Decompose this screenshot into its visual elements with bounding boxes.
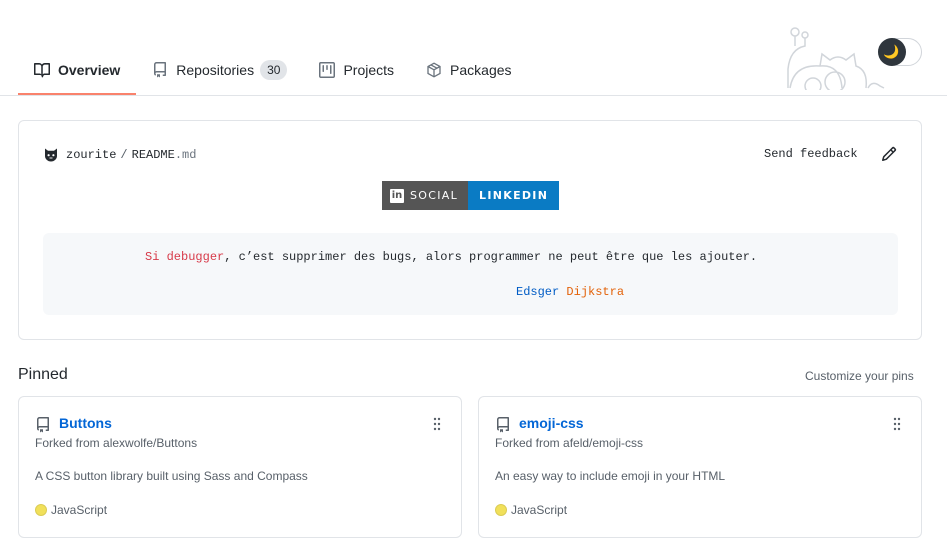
language-color-dot — [495, 504, 507, 516]
quote-text: Si debugger, c’est supprimer des bugs, a… — [145, 250, 757, 264]
pinned-heading: Pinned — [18, 366, 68, 383]
readme-owner-link[interactable]: zourite — [66, 148, 116, 162]
send-feedback-link[interactable]: Send feedback — [764, 147, 858, 161]
readme-file-name[interactable]: README — [132, 148, 175, 162]
readme-file-ext: .md — [174, 148, 197, 162]
quote-code-block: Si debugger, c’est supprimer des bugs, a… — [43, 233, 898, 315]
linkedin-badge[interactable]: in SOCIAL LINKEDIN — [382, 181, 560, 210]
quote-author: Edsger Dijkstra — [516, 285, 624, 299]
customize-pins-link[interactable]: Customize your pins — [805, 369, 914, 383]
language-color-dot — [35, 504, 47, 516]
theme-toggle[interactable]: 🌙 — [877, 37, 922, 66]
author-last-name: Dijkstra — [566, 285, 625, 299]
repo-icon — [35, 417, 51, 433]
breadcrumb-separator: / — [120, 148, 128, 162]
readme-card: zourite / README .md Send feedback in SO… — [18, 120, 922, 340]
repo-icon — [495, 417, 511, 433]
tab-projects[interactable]: Projects — [303, 50, 410, 90]
package-icon — [426, 62, 442, 78]
repo-count-badge: 30 — [260, 60, 288, 80]
fork-source: Forked from afeld/emoji-css — [495, 436, 644, 450]
tab-repositories-label: Repositories — [176, 62, 255, 78]
profile-tabs: Overview Repositories 30 Projects Packag… — [18, 50, 528, 96]
octocat-illustration — [787, 27, 885, 90]
tab-repositories[interactable]: Repositories 30 — [136, 50, 303, 90]
repo-description: A CSS button library built using Sass an… — [35, 469, 308, 483]
tab-packages-label: Packages — [450, 62, 512, 78]
linkedin-logo-icon: in — [390, 188, 404, 203]
octocat-icon — [43, 147, 59, 163]
tab-overview[interactable]: Overview — [18, 50, 137, 95]
repo-name-link[interactable]: Buttons — [59, 415, 112, 431]
badge-right-label: LINKEDIN — [468, 181, 560, 210]
language-label: JavaScript — [51, 503, 108, 517]
repo-description: An easy way to include emoji in your HTM… — [495, 469, 726, 483]
quote-rest: , c’est supprimer des bugs, alors progra… — [224, 250, 758, 264]
drag-handle-icon[interactable] — [433, 417, 441, 431]
pinned-repo-card: emoji-css Forked from afeld/emoji-css An… — [478, 396, 922, 538]
fork-source: Forked from alexwolfe/Buttons — [35, 436, 198, 450]
quote-word-si: Si — [145, 250, 160, 264]
tabs-divider — [0, 95, 947, 96]
badge-left-label: SOCIAL — [410, 189, 459, 202]
book-icon — [34, 62, 50, 78]
project-icon — [319, 62, 336, 78]
author-first-name: Edsger — [516, 285, 560, 299]
edit-pencil-icon[interactable] — [881, 146, 897, 162]
repo-icon — [152, 62, 168, 78]
quote-word-debugger: debugger — [166, 250, 225, 264]
readme-breadcrumb: zourite / README .md — [43, 147, 196, 163]
repo-language: JavaScript — [495, 503, 567, 517]
tab-packages[interactable]: Packages — [410, 50, 527, 90]
moon-icon: 🌙 — [877, 37, 906, 66]
language-label: JavaScript — [511, 503, 568, 517]
drag-handle-icon[interactable] — [893, 417, 901, 431]
pinned-repo-card: Buttons Forked from alexwolfe/Buttons A … — [18, 396, 462, 538]
repo-name-link[interactable]: emoji-css — [519, 415, 584, 431]
tab-overview-label: Overview — [58, 62, 121, 78]
badge-social-section: in SOCIAL — [382, 181, 469, 210]
tab-projects-label: Projects — [343, 62, 395, 78]
repo-language: JavaScript — [35, 503, 107, 517]
